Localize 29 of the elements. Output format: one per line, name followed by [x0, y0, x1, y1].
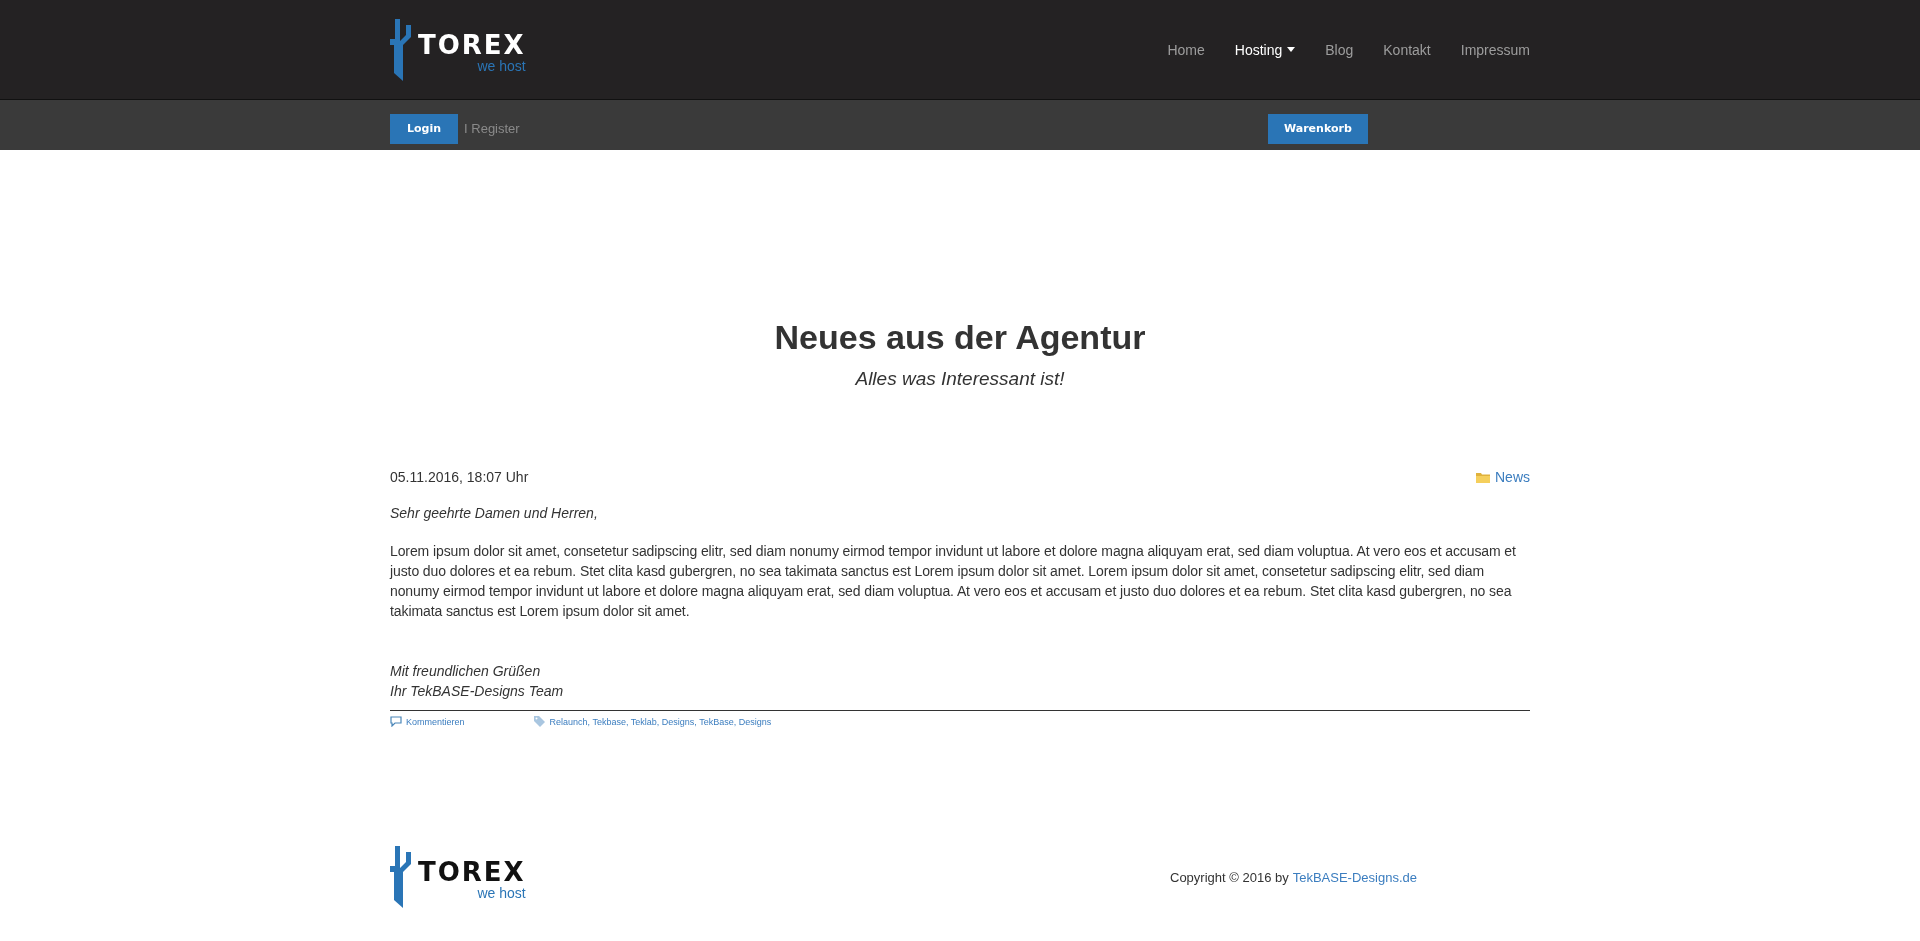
logo-wordmark[interactable]: TOREX: [418, 858, 526, 886]
logo-tagline: we host: [477, 58, 526, 73]
cart-button[interactable]: Warenkorb: [1268, 113, 1368, 144]
post-body: Lorem ipsum dolor sit amet, consetetur sadipscing elitr, sed diam nonumy eirmod tempor invidunt ut labore et dolore magna aliquyam erat, sed diam voluptua. At vero eos et accusam et justo duo dolores et ea rebum. Stet clita kasd gubergren, no sea takimata sanctus est Lorem ipsum dolor sit amet. Lorem ipsum dolor sit amet, consetetur sadipscing elitr, sed diam nonumy eirmod tempor invidunt ut labore et dolore magna aliquyam erat, sed diam voluptua. At vero eos et accusam et justo duo dolores et ea rebum. Stet clita kasd gubergren, no sea takimata sanctus est Lorem ipsum dolor sit amet.: [390, 542, 1517, 621]
speech-bubble-icon: [390, 716, 402, 727]
logo-mark-icon: [390, 18, 414, 81]
logo-tagline: we host: [477, 886, 526, 900]
page-subtitle: Alles was Interessant ist!: [854, 367, 1066, 391]
nav-link[interactable]: Hosting: [1219, 41, 1311, 58]
post-date: 05.11.2016, 18:07 Uhr: [390, 469, 529, 485]
nav-link[interactable]: Home: [1152, 41, 1220, 58]
closing-line: Ihr TekBASE-Designs Team: [390, 682, 565, 701]
tag-icon: [532, 715, 546, 728]
logo-wordmark[interactable]: TOREX: [418, 30, 526, 59]
logo-mark-icon: [390, 846, 414, 908]
register-link[interactable]: I Register: [464, 121, 520, 136]
tag-links[interactable]: Relaunch, Tekbase, Teklab, Designs, TekBase, Designs: [549, 716, 772, 727]
nav-link[interactable]: Kontakt: [1368, 41, 1446, 58]
category-link[interactable]: News: [1495, 469, 1530, 485]
folder-icon: [1476, 471, 1490, 483]
greeting-text: Sehr geehrte Damen und Herren,: [390, 505, 599, 521]
login-button[interactable]: Login: [390, 113, 459, 144]
comment-link[interactable]: Kommentieren: [406, 716, 465, 727]
website-link[interactable]: TekBASE-Designs.de: [1292, 869, 1417, 885]
closing-line: Mit freundlichen Grüßen: [390, 662, 542, 681]
page-title: Neues aus der Agentur: [773, 317, 1147, 357]
copyright-text: Copyright © 2016 by: [1170, 869, 1289, 885]
nav-link[interactable]: Blog: [1310, 41, 1369, 58]
nav-link[interactable]: Impressum: [1445, 41, 1530, 58]
